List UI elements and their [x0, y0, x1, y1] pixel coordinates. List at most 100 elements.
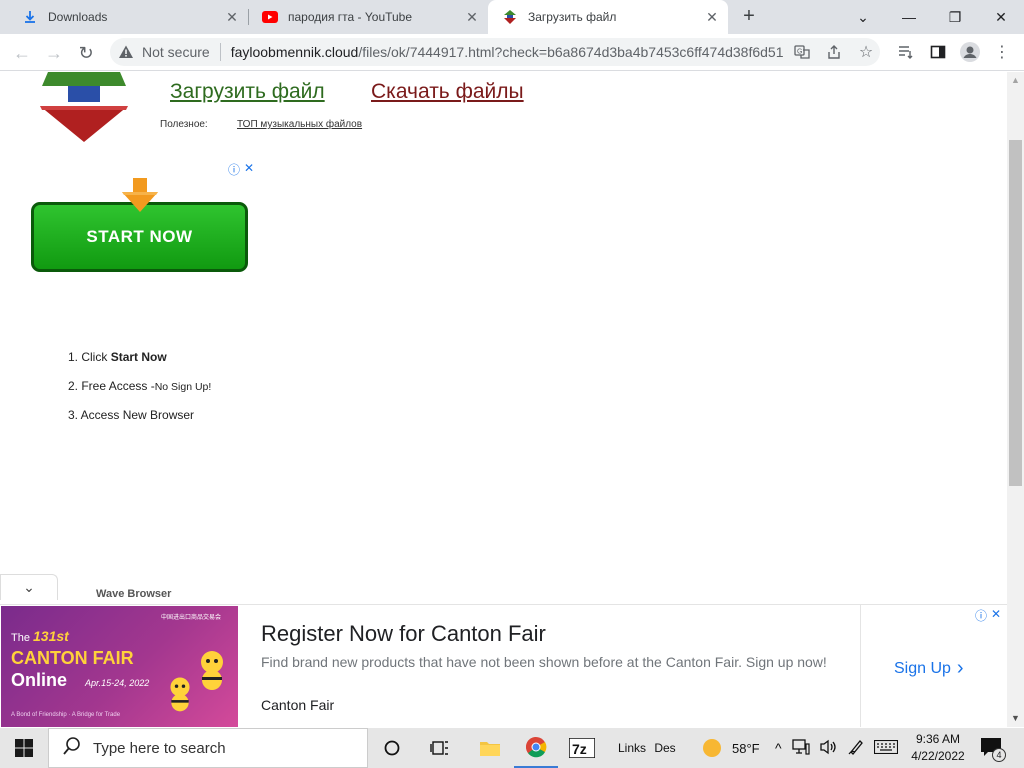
new-tab-icon[interactable]: + — [737, 5, 761, 29]
nav-download-link[interactable]: Скачать файлы — [371, 80, 524, 104]
steps-list: 1. Click Start Now 2. Free Access -No Si… — [68, 350, 211, 437]
ad-image-dates: Apr.15-24, 2022 — [85, 678, 150, 688]
step-1: 1. Click Start Now — [68, 350, 167, 364]
tab-title: Downloads — [48, 10, 108, 24]
tab-search-icon[interactable]: ⌄ — [840, 0, 886, 34]
chevron-up-icon[interactable]: ^ — [775, 740, 782, 756]
site-logo[interactable] — [38, 72, 130, 144]
useful-label: Полезное: — [160, 119, 208, 130]
youtube-icon — [262, 9, 278, 25]
nav-upload-link[interactable]: Загрузить файл — [170, 80, 325, 104]
scroll-up-icon[interactable]: ▲ — [1007, 72, 1024, 89]
sign-up-label: Sign Up — [894, 659, 951, 677]
ad-description: Find brand new products that have not be… — [261, 654, 827, 670]
links-toolbar[interactable]: Links — [612, 728, 652, 768]
chevron-down-icon[interactable]: ⌄ — [23, 579, 35, 596]
down-arrow-icon — [120, 178, 160, 216]
notification-count: 4 — [992, 748, 1006, 762]
reading-list-icon[interactable] — [896, 42, 916, 62]
taskbar-search-input[interactable]: Type here to search — [48, 728, 368, 768]
windows-start-icon[interactable] — [0, 728, 48, 768]
top-music-link[interactable]: ТОП музыкальных файлов — [237, 119, 362, 130]
url-path: /files/ok/7444917.html?check=b6a8674d3ba… — [358, 44, 784, 60]
tab-upload-file[interactable]: Загрузить файл ✕ — [488, 0, 728, 34]
share-icon[interactable] — [824, 42, 844, 62]
profile-avatar-icon[interactable] — [960, 42, 980, 62]
reload-icon[interactable]: ↻ — [72, 39, 100, 67]
close-tab-icon[interactable]: ✕ — [224, 9, 240, 25]
close-tab-icon[interactable]: ✕ — [704, 9, 720, 25]
menu-kebab-icon[interactable]: ⋮ — [992, 42, 1012, 62]
restore-icon[interactable]: ❐ — [932, 0, 978, 34]
clock[interactable]: 9:36 AM 4/22/2022 — [900, 731, 976, 765]
step-2: 2. Free Access -No Sign Up! — [68, 379, 212, 393]
bottom-ad-banner[interactable]: 中国进出口商品交易会 The 131st CANTON FAIR Online … — [0, 604, 1007, 727]
tab-youtube[interactable]: пародия гта - YouTube ✕ — [248, 0, 488, 34]
ad-image-online: Online — [11, 670, 68, 690]
chrome-icon[interactable] — [514, 728, 558, 768]
sign-up-button[interactable]: Sign Up › — [894, 657, 964, 680]
sun-icon — [703, 739, 721, 757]
clock-date: 4/22/2022 — [911, 749, 965, 763]
search-icon — [63, 737, 81, 759]
7zip-icon[interactable]: 7z — [560, 728, 604, 768]
temperature: 58°F — [732, 740, 760, 756]
warning-icon[interactable] — [118, 44, 134, 60]
step-3: 3. Access New Browser — [68, 408, 195, 422]
ad-image-tagline: A Bond of Friendship · A Bridge for Trad… — [11, 712, 121, 718]
page-scrollbar[interactable]: ▲ ▼ — [1007, 72, 1024, 727]
ad-choices[interactable]: ⓘ ✕ — [228, 161, 254, 178]
pen-icon[interactable] — [848, 739, 864, 758]
close-tab-icon[interactable]: ✕ — [464, 9, 480, 25]
page-content: Загрузить файл Скачать файлы Полезное: Т… — [0, 72, 1007, 727]
tab-title: Загрузить файл — [528, 10, 617, 24]
ad-headline[interactable]: Register Now for Canton Fair — [261, 621, 546, 647]
cortana-icon[interactable] — [372, 728, 412, 768]
address-bar[interactable]: Not secure fayloobmennik.cloud /files/ok… — [110, 38, 880, 66]
chevron-right-icon: › — [956, 657, 964, 679]
omnibox-divider — [219, 43, 221, 61]
back-icon[interactable]: ← — [8, 39, 36, 67]
ad-choices-bottom[interactable]: ⓘ ✕ — [975, 607, 1001, 624]
collapse-ad-button[interactable]: ⌄ — [0, 574, 58, 600]
mascot-icon — [201, 651, 223, 690]
network-icon[interactable] — [791, 738, 810, 758]
tab-strip: Downloads ✕ пародия гта - YouTube ✕ Загр… — [0, 0, 1024, 34]
scroll-thumb[interactable] — [1009, 140, 1022, 486]
ad-image-the: The — [11, 632, 30, 644]
close-window-icon[interactable]: ✕ — [978, 0, 1024, 34]
ad-image-title: CANTON FAIR — [11, 648, 134, 668]
weather-widget[interactable]: 58°F — [700, 728, 760, 768]
svg-text:G: G — [797, 49, 802, 56]
ad-source: Canton Fair — [261, 697, 335, 713]
tab-downloads[interactable]: Downloads ✕ — [8, 0, 248, 34]
download-icon — [22, 9, 38, 25]
desktop-toolbar[interactable]: Des — [650, 728, 680, 768]
scroll-down-icon[interactable]: ▼ — [1007, 710, 1024, 727]
close-ad-icon[interactable]: ✕ — [244, 161, 254, 178]
windows-taskbar: Type here to search 7z Links Des 58°F ^ — [0, 728, 1024, 768]
clock-time: 9:36 AM — [915, 732, 961, 746]
translate-icon[interactable]: G — [792, 42, 812, 62]
volume-icon[interactable] — [819, 739, 838, 758]
close-ad-icon[interactable]: ✕ — [991, 607, 1001, 624]
ad-image-number: 131st — [33, 628, 69, 644]
security-label[interactable]: Not secure — [142, 44, 210, 60]
minimize-icon[interactable]: — — [886, 0, 932, 34]
task-view-icon[interactable] — [420, 728, 460, 768]
browser-toolbar: ← → ↻ Not secure fayloobmennik.cloud /fi… — [0, 34, 1024, 71]
tab-title: пародия гта - YouTube — [288, 10, 413, 24]
forward-icon[interactable]: → — [40, 39, 68, 67]
svg-text:7z: 7z — [572, 741, 587, 757]
ad-org-logo: 中国进出口商品交易会 — [161, 615, 222, 621]
info-icon[interactable]: ⓘ — [975, 607, 987, 624]
side-panel-icon[interactable] — [928, 42, 948, 62]
ad-image[interactable]: 中国进出口商品交易会 The 131st CANTON FAIR Online … — [1, 606, 238, 727]
file-explorer-icon[interactable] — [468, 728, 512, 768]
info-icon[interactable]: ⓘ — [228, 161, 240, 178]
mascot-icon — [170, 677, 190, 712]
system-tray: ^ — [775, 728, 898, 768]
keyboard-icon[interactable] — [873, 739, 898, 757]
bookmark-star-icon[interactable]: ☆ — [856, 42, 876, 62]
search-placeholder: Type here to search — [93, 739, 226, 757]
